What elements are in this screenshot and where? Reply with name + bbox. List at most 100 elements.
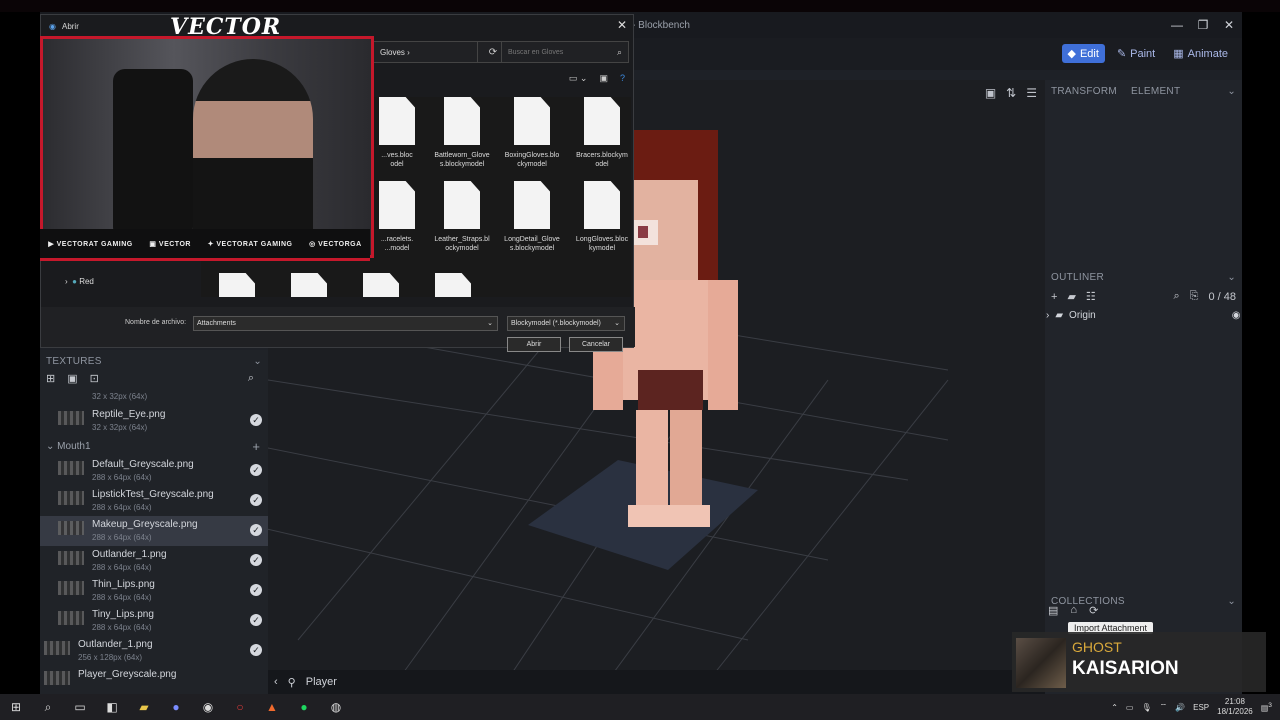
search-input[interactable]: Buscar en Gloves ⌕ [501, 41, 629, 63]
chevron-down-icon[interactable]: ⌄ [253, 356, 262, 367]
add-icon[interactable]: + [1051, 291, 1057, 303]
chevron-up-icon[interactable]: ⌃ [1111, 703, 1118, 712]
texture-size: 32 x 32px (64x) [92, 392, 148, 401]
layers-icon[interactable]: ☷ [1086, 290, 1096, 303]
filetype-value: Blockymodel (*.blockymodel) [511, 320, 601, 327]
chevron-down-icon[interactable]: ⌄ [1227, 272, 1236, 283]
tree-item-red[interactable]: › ● Red [65, 277, 94, 286]
file-name: Battleworn_Glove s.blockymodel [434, 152, 490, 168]
archive-icon[interactable]: ▤ [1048, 604, 1058, 617]
tab-transform[interactable]: TRANSFORM [1051, 86, 1117, 97]
file-item[interactable]: Leather_Straps.bl ockymodel [426, 181, 498, 253]
discord-icon[interactable]: ● [160, 694, 192, 720]
search-icon[interactable]: ⌕ [1173, 290, 1179, 303]
file-item[interactable]: LongDetail_Glove s.blockymodel [496, 181, 568, 253]
file-item[interactable] [345, 273, 417, 297]
spotify-icon[interactable]: ● [288, 694, 320, 720]
import-texture-icon[interactable]: ⊞ [46, 372, 55, 392]
list-item[interactable]: Outlander_1.png 288 x 64px (64x) ✓ [40, 546, 268, 576]
check-icon[interactable]: ✓ [250, 644, 262, 656]
new-texture-icon[interactable]: ⊡ [90, 372, 99, 392]
cancel-button[interactable]: Cancelar [569, 337, 623, 352]
chevron-right-icon: › [65, 277, 68, 286]
list-item[interactable]: Thin_Lips.png 288 x 64px (64x) ✓ [40, 576, 268, 606]
hat-icon[interactable]: ⌂ [1070, 604, 1077, 617]
menu-icon[interactable]: ☰ [1026, 86, 1037, 100]
file-item[interactable] [201, 273, 273, 297]
texture-size: 288 x 64px (64x) [92, 593, 152, 602]
check-icon[interactable]: ✓ [250, 524, 262, 536]
tab-element[interactable]: ELEMENT [1131, 86, 1180, 97]
attachment-icon[interactable]: ⎘ [1190, 290, 1199, 303]
mode-edit-button[interactable]: ◆ Edit [1061, 44, 1105, 63]
file-item[interactable]: BoxingGloves.blo ckymodel [496, 97, 568, 169]
file-icon [514, 181, 550, 229]
maximize-icon[interactable]: ❐ [1190, 12, 1216, 38]
chevron-down-icon: ⌄ [487, 320, 493, 327]
list-item[interactable]: Tiny_Lips.png 288 x 64px (64x) ✓ [40, 606, 268, 636]
help-icon[interactable]: ? [620, 73, 625, 84]
check-icon[interactable]: ✓ [250, 614, 262, 626]
preview-pane-icon[interactable]: ▣ [599, 73, 608, 84]
file-icon [363, 273, 399, 297]
mode-animate-button[interactable]: ▦ Animate [1167, 44, 1234, 63]
clock[interactable]: 21:08 18/1/2026 [1217, 697, 1253, 717]
list-item[interactable]: Reptile_Eye.png 32 x 32px (64x) ✓ [40, 406, 268, 436]
refresh-icon[interactable]: ⟳ [1089, 604, 1098, 617]
list-item[interactable]: Player_Greyscale.png [40, 666, 268, 688]
back-arrow-icon[interactable]: ‹ [274, 676, 278, 688]
list-item[interactable]: Outlander_1.png 256 x 128px (64x) ✓ [40, 636, 268, 666]
file-item[interactable]: Bracers.blockym odel [566, 97, 631, 169]
texture-thumbnail [58, 611, 84, 625]
obs-icon[interactable]: ◍ [320, 694, 352, 720]
filetype-select[interactable]: Blockymodel (*.blockymodel) ⌄ [507, 316, 625, 331]
sort-icon[interactable]: ⇅ [1006, 86, 1016, 100]
file-item[interactable] [273, 273, 345, 297]
add-group-icon[interactable]: ▰ [1067, 290, 1075, 303]
chevron-down-icon[interactable]: ⌄ [1227, 596, 1236, 607]
outliner-count: 0 / 48 [1208, 290, 1236, 303]
file-item[interactable]: Battleworn_Glove s.blockymodel [426, 97, 498, 169]
file-item[interactable] [417, 273, 489, 297]
steam-icon[interactable]: ◉ [192, 694, 224, 720]
check-icon[interactable]: ✓ [250, 494, 262, 506]
file-item[interactable]: LongGloves.bloc kymodel [566, 181, 631, 253]
filename-input[interactable]: Attachments ⌄ [193, 316, 498, 331]
check-icon[interactable]: ✓ [250, 414, 262, 426]
open-button[interactable]: Abrir [507, 337, 561, 352]
volume-icon[interactable]: 🔊 [1175, 703, 1185, 712]
list-item[interactable]: LipstickTest_Greyscale.png 288 x 64px (64… [40, 486, 268, 516]
save-icon[interactable]: ▣ [67, 372, 77, 392]
language[interactable]: ESP [1193, 703, 1209, 712]
close-icon[interactable]: ✕ [1216, 12, 1242, 38]
search-icon[interactable]: ⌕ [248, 372, 254, 385]
list-item[interactable]: Makeup_Greyscale.png 288 x 64px (64x) ✓ [40, 516, 268, 546]
opera-icon[interactable]: ○ [224, 694, 256, 720]
app-icon[interactable]: ◧ [96, 694, 128, 720]
view-options-icon[interactable]: ▭ ⌄ [569, 73, 588, 84]
minimize-icon[interactable]: — [1164, 12, 1190, 38]
task-view-icon[interactable]: ▭ [64, 694, 96, 720]
list-item[interactable]: Default_Greyscale.png 288 x 64px (64x) ✓ [40, 456, 268, 486]
eye-icon[interactable]: ◉ [1232, 310, 1241, 321]
close-icon[interactable]: ✕ [617, 18, 627, 32]
check-icon[interactable]: ✓ [250, 464, 262, 476]
wifi-icon[interactable]: ⌔ [1160, 702, 1168, 712]
top-strip [0, 0, 1280, 12]
image-icon[interactable]: ▣ [985, 86, 996, 100]
notification-icon[interactable]: ▤3 [1261, 702, 1272, 713]
brave-icon[interactable]: ▲ [256, 694, 288, 720]
mic-icon[interactable]: 🎙 [1141, 703, 1151, 712]
search-icon[interactable]: ⌕ [32, 694, 64, 720]
file-explorer-icon[interactable]: ▰ [128, 694, 160, 720]
chevron-down-icon[interactable]: ⌄ [1227, 86, 1236, 97]
outliner-item-origin[interactable]: › ▰ Origin ◉ [1046, 310, 1240, 321]
check-icon[interactable]: ✓ [250, 554, 262, 566]
add-icon[interactable]: + [252, 439, 260, 454]
viewport-tab-label[interactable]: Player [306, 676, 337, 688]
texture-group[interactable]: ⌄ Mouth1 + [40, 436, 268, 456]
check-icon[interactable]: ✓ [250, 584, 262, 596]
start-icon[interactable]: ⊞ [0, 694, 32, 720]
mode-paint-button[interactable]: ✎ Paint [1111, 44, 1161, 63]
network-icon[interactable]: ▭ [1126, 703, 1134, 712]
